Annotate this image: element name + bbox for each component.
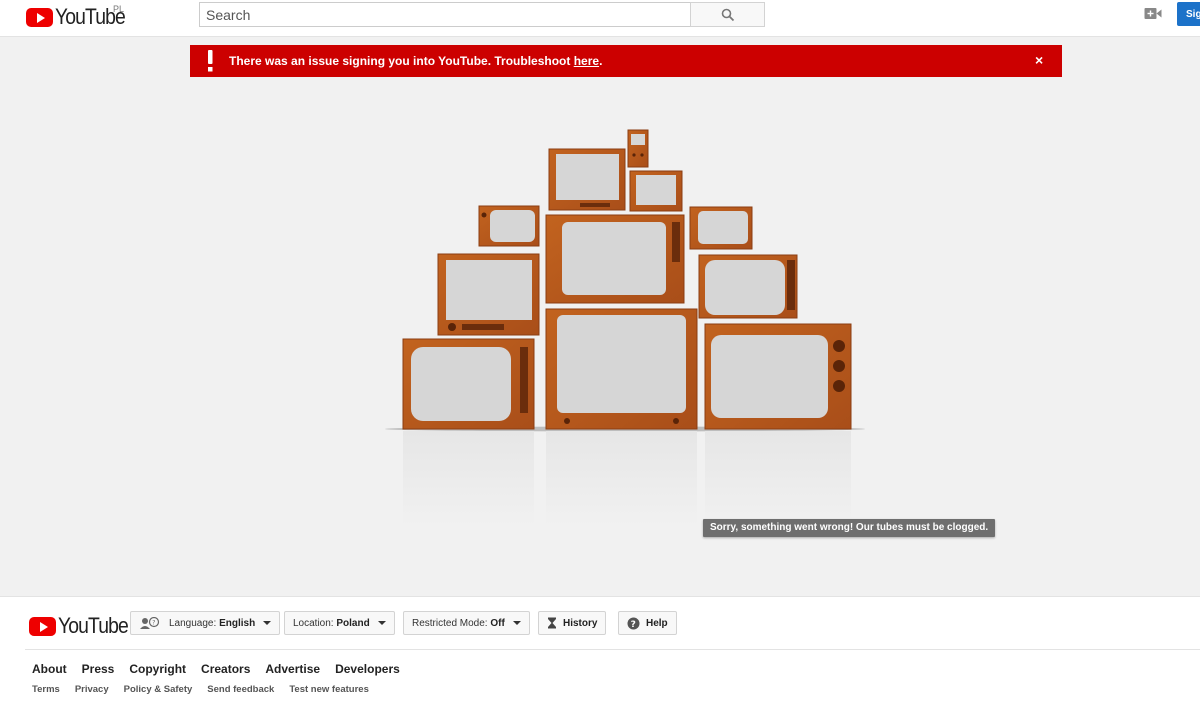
chevron-down-icon: [263, 621, 272, 625]
language-picker-button[interactable]: ? Language: English: [130, 611, 281, 635]
restricted-mode-button[interactable]: Restricted Mode: Off: [403, 611, 530, 635]
footer-link-developers[interactable]: Developers: [335, 662, 400, 676]
location-label: Location:: [293, 617, 334, 629]
footer-youtube-logo[interactable]: YouTube: [29, 613, 137, 639]
footer-link-test-features[interactable]: Test new features: [289, 684, 369, 695]
error-page-content: There was an issue signing you into YouT…: [0, 37, 1200, 596]
tv-top-left: [548, 148, 626, 211]
svg-text:?: ?: [152, 620, 155, 627]
alert-text: There was an issue signing you into YouT…: [229, 54, 574, 68]
search-bar: [199, 2, 765, 27]
error-tooltip: Sorry, something went wrong! Our tubes m…: [703, 519, 996, 537]
upload-video-icon[interactable]: [1144, 7, 1162, 20]
hourglass-icon: [548, 617, 556, 629]
help-icon: ?: [627, 617, 640, 630]
masthead: YouTube PL Sig: [0, 0, 1200, 37]
help-button[interactable]: ? Help: [618, 611, 677, 635]
search-input[interactable]: [199, 2, 690, 27]
footer-link-advertise[interactable]: Advertise: [265, 662, 320, 676]
search-button[interactable]: [690, 2, 765, 27]
language-value: English: [219, 617, 256, 629]
tv-middle-left: [437, 253, 540, 336]
footer-divider: [25, 649, 1200, 650]
footer-link-copyright[interactable]: Copyright: [129, 662, 186, 676]
footer-primary-links: About Press Copyright Creators Advertise…: [32, 662, 415, 676]
footer-link-creators[interactable]: Creators: [201, 662, 250, 676]
footer-link-terms[interactable]: Terms: [32, 684, 60, 695]
youtube-play-icon: [26, 7, 53, 27]
footer: YouTube ? Language: English Location: Po…: [0, 596, 1200, 721]
tv-top-right: [629, 170, 683, 212]
footer-link-press[interactable]: Press: [82, 662, 115, 676]
tv-upper-left: [478, 205, 540, 247]
tv-bottom-left: [402, 338, 535, 430]
tv-top-tiny: [627, 129, 649, 168]
region-code: PL: [113, 4, 125, 14]
sign-in-button[interactable]: Sig: [1177, 2, 1200, 26]
footer-link-send-feedback[interactable]: Send feedback: [207, 684, 274, 695]
tv-upper-right: [689, 206, 753, 250]
youtube-logo[interactable]: YouTube PL: [26, 4, 134, 30]
footer-link-about[interactable]: About: [32, 662, 67, 676]
footer-secondary-links: Terms Privacy Policy & Safety Send feedb…: [32, 684, 384, 695]
chevron-down-icon: [377, 621, 386, 625]
language-label: Language:: [169, 617, 217, 629]
tv-bottom-right: [704, 323, 852, 430]
alert-period: .: [599, 54, 603, 68]
location-value: Poland: [336, 617, 370, 629]
tv-bottom-center: [545, 308, 698, 430]
footer-link-privacy[interactable]: Privacy: [75, 684, 109, 695]
history-button[interactable]: History: [538, 611, 607, 635]
restricted-label: Restricted Mode:: [412, 617, 488, 629]
sign-in-error-alert: There was an issue signing you into YouT…: [190, 45, 1062, 77]
tv-center-large: [545, 214, 685, 304]
footer-logo-wordmark: YouTube: [58, 613, 129, 638]
history-label: History: [563, 617, 598, 629]
exclamation-icon: [208, 50, 213, 72]
stacked-tvs-illustration: [385, 129, 865, 525]
location-picker-button[interactable]: Location: Poland: [284, 611, 395, 635]
restricted-value: Off: [490, 617, 505, 629]
close-alert-button[interactable]: ×: [1035, 52, 1043, 68]
alert-message: There was an issue signing you into YouT…: [229, 54, 602, 68]
footer-play-icon: [29, 616, 56, 636]
chevron-down-icon: [512, 621, 521, 625]
footer-link-policy-safety[interactable]: Policy & Safety: [124, 684, 193, 695]
language-icon: ?: [140, 617, 160, 629]
help-label: Help: [646, 617, 668, 629]
troubleshoot-link[interactable]: here: [574, 54, 599, 68]
search-icon: [721, 8, 734, 21]
tv-middle-right: [698, 254, 798, 319]
svg-text:?: ?: [631, 620, 636, 630]
